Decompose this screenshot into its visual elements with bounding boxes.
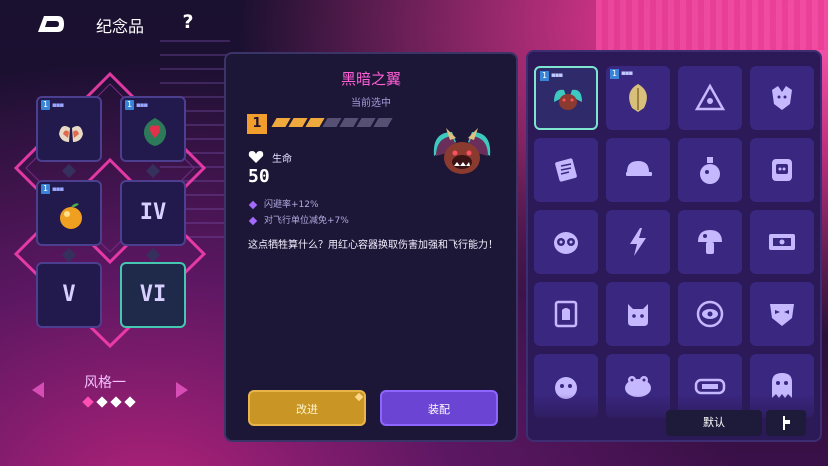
equip-button[interactable]: 装配 <box>380 390 498 426</box>
loadout-slot-6[interactable]: VI <box>120 262 186 328</box>
relic-cell[interactable] <box>534 210 598 274</box>
relic-cell[interactable] <box>534 282 598 346</box>
loadout-slot-3[interactable]: 1 ▪▪▪ <box>36 180 102 246</box>
relic-detail-panel: 黑暗之翼 当前选中 1 生命 50 闪避率+12% 对飞行单位减免+7% 这点牺… <box>224 52 518 442</box>
relic-cell[interactable] <box>678 138 742 202</box>
loadout-slot-1[interactable]: 1 ▪▪▪ <box>36 96 102 162</box>
cat-icon <box>628 304 648 326</box>
demon-heart-icon <box>143 118 167 146</box>
rarity-dots: ▪▪▪ <box>52 185 64 193</box>
tier-badge: 1 <box>247 114 267 134</box>
level-badge: 1 <box>540 71 550 81</box>
lightning-icon <box>630 228 646 256</box>
cap-icon <box>626 161 652 176</box>
slot-number: VI <box>139 282 167 307</box>
style-page-dot[interactable] <box>124 396 136 408</box>
level-badge: 1 <box>41 184 51 194</box>
wings-icon <box>59 126 83 142</box>
relic-cell[interactable] <box>606 282 670 346</box>
relic-cell[interactable] <box>678 66 742 130</box>
relic-cell[interactable] <box>606 210 670 274</box>
effect-item: 闪避率+12% <box>248 197 349 213</box>
rarity-dots: ▪▪▪ <box>621 69 633 77</box>
relic-cell[interactable]: 1 ▪▪▪ <box>606 66 670 130</box>
rarity-dots: ▪▪▪ <box>551 71 563 79</box>
effect-list: 闪避率+12% 对飞行单位减免+7% <box>248 197 349 229</box>
flag-icon <box>783 416 790 430</box>
previous-style-arrow[interactable] <box>32 382 44 398</box>
relic-cell[interactable] <box>606 138 670 202</box>
level-badge: 1 <box>125 100 135 110</box>
scroll-icon <box>555 158 577 182</box>
golden-apple-icon <box>60 203 82 229</box>
top-bar: 纪念品 ? <box>0 0 240 48</box>
stat-label: 生命 <box>272 154 292 165</box>
loadout-slot-4[interactable]: IV <box>120 180 186 246</box>
relic-cell[interactable] <box>678 282 742 346</box>
upgrade-level-pips <box>271 118 393 127</box>
cash-icon <box>769 234 795 250</box>
corner-diamond-icon <box>354 392 364 402</box>
relic-cell[interactable] <box>678 210 742 274</box>
relic-cell[interactable] <box>750 138 814 202</box>
level-badge: 1 <box>41 100 51 110</box>
rarity-dots: ▪▪▪ <box>136 101 148 109</box>
style-page-dot[interactable] <box>82 396 94 408</box>
back-icon[interactable] <box>36 14 66 34</box>
effect-text: 对飞行单位减免+7% <box>264 216 349 226</box>
skull-jar-icon <box>772 159 792 181</box>
slot-number: V <box>62 282 76 307</box>
bullet-diamond-icon <box>248 200 258 210</box>
style-page-dots <box>82 396 136 408</box>
relic-cell[interactable] <box>534 138 598 202</box>
relic-cell[interactable] <box>750 210 814 274</box>
loadout-slot-5[interactable]: V <box>36 262 102 328</box>
style-label: 风格一 <box>84 375 126 391</box>
wolf-head-icon <box>772 86 792 110</box>
style-page-dot[interactable] <box>110 396 122 408</box>
relic-cell[interactable] <box>750 282 814 346</box>
upgrade-button[interactable]: 改进 <box>248 390 366 426</box>
relic-description: 这点牺牲算什么？用红心容器换取伤害加强和飞行能力！ <box>248 240 498 251</box>
equip-label: 装配 <box>428 403 450 416</box>
rarity-dots: ▪▪▪ <box>52 101 64 109</box>
eye-icon <box>696 300 724 328</box>
selection-status: 当前选中 <box>351 98 391 109</box>
effect-item: 对飞行单位减免+7% <box>248 213 349 229</box>
default-sort-label: 默认 <box>703 416 725 429</box>
effect-text: 闪避率+12% <box>264 200 319 210</box>
background-scene <box>596 0 828 50</box>
mask-icon <box>770 304 794 326</box>
bullet-diamond-icon <box>248 216 258 226</box>
relic-name: 黑暗之翼 <box>340 70 401 88</box>
page-title: 纪念品 <box>96 17 145 36</box>
owl-icon <box>554 232 578 254</box>
stat-value: 50 <box>248 166 270 187</box>
leaf-icon <box>629 84 647 112</box>
sort-toggle-button[interactable] <box>766 410 806 436</box>
mushroom-icon <box>698 230 722 254</box>
tablet-icon <box>554 300 578 328</box>
potion-icon <box>700 157 720 184</box>
eye-triangle-icon <box>694 83 726 111</box>
level-badge: 1 <box>610 69 620 79</box>
default-sort-button[interactable]: 默认 <box>666 410 762 436</box>
next-style-arrow[interactable] <box>176 382 188 398</box>
upgrade-pip <box>373 118 393 127</box>
heart-icon <box>248 151 264 163</box>
style-page-dot[interactable] <box>96 396 108 408</box>
relic-cell[interactable]: 1 ▪▪▪ <box>534 66 598 130</box>
dark-wings-icon <box>433 128 491 174</box>
relic-collection-grid: 1 ▪▪▪ 1 ▪▪▪ <box>526 50 822 442</box>
relic-cell[interactable] <box>750 66 814 130</box>
upgrade-label: 改进 <box>296 403 318 416</box>
help-icon[interactable]: ? <box>178 11 198 33</box>
dark-wings-icon <box>554 89 582 110</box>
loadout-slot-2[interactable]: 1 ▪▪▪ <box>120 96 186 162</box>
slot-number: IV <box>139 200 167 225</box>
